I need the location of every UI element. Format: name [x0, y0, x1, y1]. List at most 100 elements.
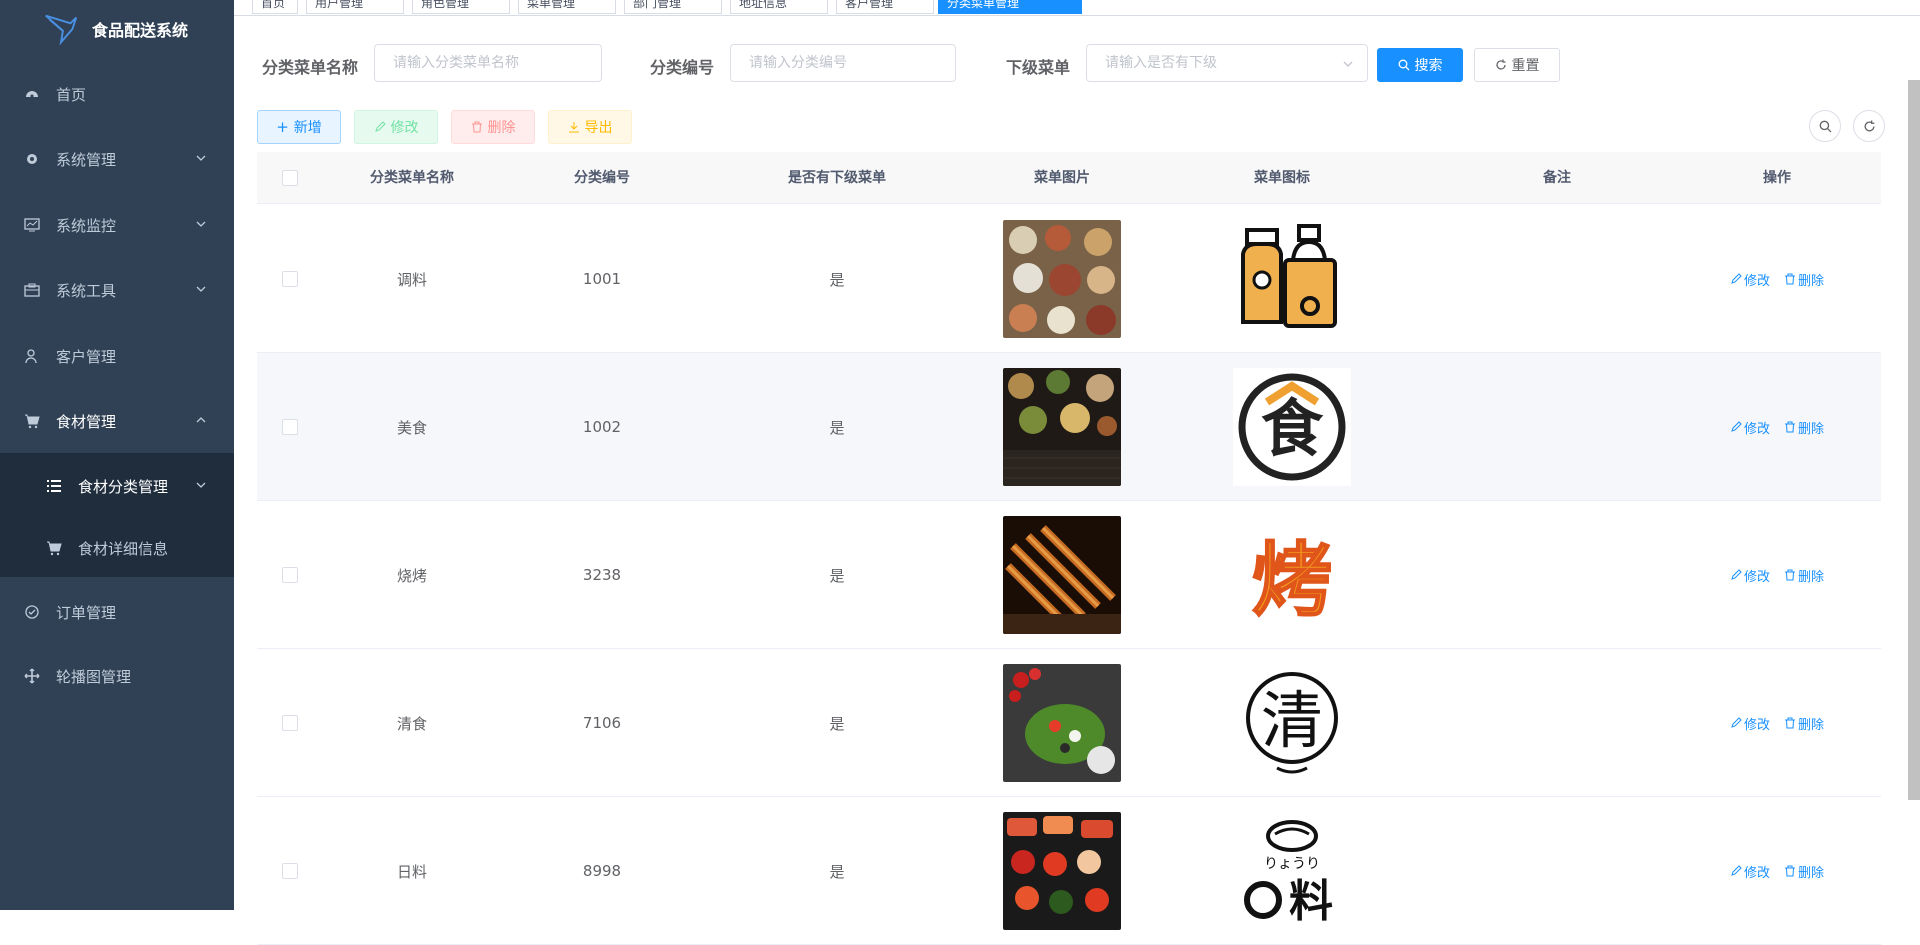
search-button[interactable]: 搜索 — [1377, 48, 1463, 82]
row-checkbox[interactable] — [282, 715, 298, 731]
cell-image — [1002, 797, 1122, 945]
row-edit-link[interactable]: 修改 — [1730, 418, 1770, 437]
cell-actions: 修改 删除 — [1687, 353, 1867, 501]
row-delete-label: 删除 — [1798, 421, 1825, 437]
seasoning-photo — [1003, 220, 1121, 338]
cell-has-sub: 是 — [829, 270, 845, 289]
row-edit-link[interactable]: 修改 — [1730, 862, 1770, 881]
row-edit-link[interactable]: 修改 — [1730, 714, 1770, 733]
tag-address[interactable]: 地址信息 — [730, 0, 828, 14]
row-delete-link[interactable]: 删除 — [1784, 270, 1824, 289]
add-button[interactable]: + 新增 — [257, 110, 341, 144]
cell-name: 日料 — [396, 862, 427, 881]
trash-icon — [1785, 569, 1795, 581]
delete-button[interactable]: 删除 — [451, 110, 535, 144]
japanese-food-logo-kana: りょうり — [1264, 856, 1320, 872]
toggle-search-button[interactable] — [1809, 110, 1841, 142]
row-checkbox[interactable] — [282, 271, 298, 287]
row-delete-link[interactable]: 删除 — [1784, 566, 1824, 585]
refresh-icon — [1864, 120, 1874, 131]
menu-item-home[interactable]: 首页 — [0, 66, 234, 122]
row-edit-link[interactable]: 修改 — [1730, 270, 1770, 289]
salad-photo — [1003, 664, 1121, 782]
menu-label: 订单管理 — [56, 603, 117, 622]
column-header: 分类菜单名称 — [370, 170, 454, 186]
column-header: 操作 — [1763, 170, 1791, 186]
toolbox-icon — [22, 280, 42, 300]
cell-code: 1001 — [582, 270, 622, 288]
tag-menus[interactable]: 菜单管理 — [518, 0, 616, 14]
cell-name: 美食 — [396, 418, 427, 437]
cell-code: 3238 — [582, 566, 622, 584]
row-edit-link[interactable]: 修改 — [1730, 566, 1770, 585]
cell-has-sub: 是 — [829, 418, 845, 437]
menu-item-monitor[interactable]: 系统监控 — [0, 197, 234, 253]
cell-actions: 修改 删除 — [1687, 649, 1867, 797]
refresh-icon — [1495, 59, 1506, 70]
tag-category-menu[interactable]: 分类菜单管理 — [938, 0, 1082, 14]
menu-item-carousel[interactable]: 轮播图管理 — [0, 648, 234, 704]
row-edit-label: 修改 — [1743, 717, 1770, 733]
table-row: 烧烤 3238 是 烤 修改 删除 — [257, 501, 1881, 649]
menu-item-orders[interactable]: 订单管理 — [0, 584, 234, 640]
dashboard-icon — [22, 84, 42, 104]
cart-icon — [46, 540, 62, 556]
row-delete-link[interactable]: 删除 — [1784, 418, 1824, 437]
cell-image — [1002, 353, 1122, 501]
tag-customers[interactable]: 客户管理 — [836, 0, 934, 14]
menu-item-customers[interactable]: 客户管理 — [0, 328, 234, 384]
code-input[interactable]: 请输入分类编号 — [730, 44, 956, 82]
bbq-logo-char: 烤 — [1252, 534, 1332, 627]
table-row: 清食 7106 是 清 修改 删除 — [257, 649, 1881, 797]
tag-depts[interactable]: 部门管理 — [624, 0, 722, 14]
row-delete-link[interactable]: 删除 — [1784, 714, 1824, 733]
column-header: 备注 — [1543, 170, 1571, 186]
monitor-icon — [22, 215, 42, 235]
code-label: 分类编号 — [650, 58, 715, 77]
menu-item-tools[interactable]: 系统工具 — [0, 262, 234, 318]
export-button[interactable]: 导出 — [548, 110, 632, 144]
tag-home[interactable]: 首页 — [252, 0, 298, 14]
cell-icon — [1222, 205, 1362, 353]
chevron-down-icon — [196, 221, 206, 227]
refresh-button[interactable] — [1853, 110, 1885, 142]
table-row: 调料 1001 是 修改 删除 — [257, 205, 1881, 353]
page-scrollbar[interactable] — [1908, 80, 1920, 800]
add-button-label: 新增 — [293, 120, 322, 136]
list-icon — [46, 478, 62, 494]
menu-label: 轮播图管理 — [56, 667, 132, 686]
light-food-logo-char: 清 — [1261, 684, 1323, 757]
name-input[interactable]: 请输入分类菜单名称 — [374, 44, 602, 82]
menu-item-ingredients[interactable]: 食材管理 — [0, 393, 234, 449]
sidebar: 食品配送系统 首页 系统管理 系统监控 系统工具 客户管理 食材管理 食材分类管… — [0, 0, 234, 910]
sub-item-category[interactable]: 食材分类管理 — [0, 456, 234, 516]
sub-label: 下级菜单 — [1006, 58, 1071, 77]
table-header: 分类菜单名称 分类编号 是否有下级菜单 菜单图片 菜单图标 备注 操作 — [257, 152, 1881, 204]
menu-item-system[interactable]: 系统管理 — [0, 131, 234, 187]
sub-select[interactable]: 请输入是否有下级 — [1086, 44, 1368, 82]
edit-button[interactable]: 修改 — [354, 110, 438, 144]
japanese-food-logo-char: 料 — [1289, 876, 1333, 927]
user-icon — [22, 346, 42, 366]
food-logo-svg: 食 — [1233, 368, 1351, 486]
tag-users[interactable]: 用户管理 — [306, 0, 404, 14]
light-food-logo-icon: 清 — [1233, 664, 1351, 782]
row-checkbox[interactable] — [282, 863, 298, 879]
column-header: 分类编号 — [574, 170, 630, 186]
gourmet-photo — [1003, 368, 1121, 486]
select-all-checkbox[interactable] — [282, 170, 298, 186]
edit-icon — [1731, 273, 1742, 284]
row-checkbox[interactable] — [282, 567, 298, 583]
menu-label: 食材管理 — [56, 412, 117, 431]
table-row: 日料 8998 是 りょうり 料 修改 删除 — [257, 797, 1881, 945]
edit-icon — [374, 121, 386, 132]
edit-button-label: 修改 — [390, 120, 419, 136]
row-delete-label: 删除 — [1798, 717, 1825, 733]
tag-roles[interactable]: 角色管理 — [412, 0, 510, 14]
row-delete-link[interactable]: 删除 — [1784, 862, 1824, 881]
sub-item-detail[interactable]: 食材详细信息 — [0, 518, 234, 578]
row-delete-label: 删除 — [1798, 569, 1825, 585]
row-checkbox[interactable] — [282, 419, 298, 435]
check-circle-icon — [22, 602, 42, 622]
reset-button[interactable]: 重置 — [1474, 48, 1560, 82]
